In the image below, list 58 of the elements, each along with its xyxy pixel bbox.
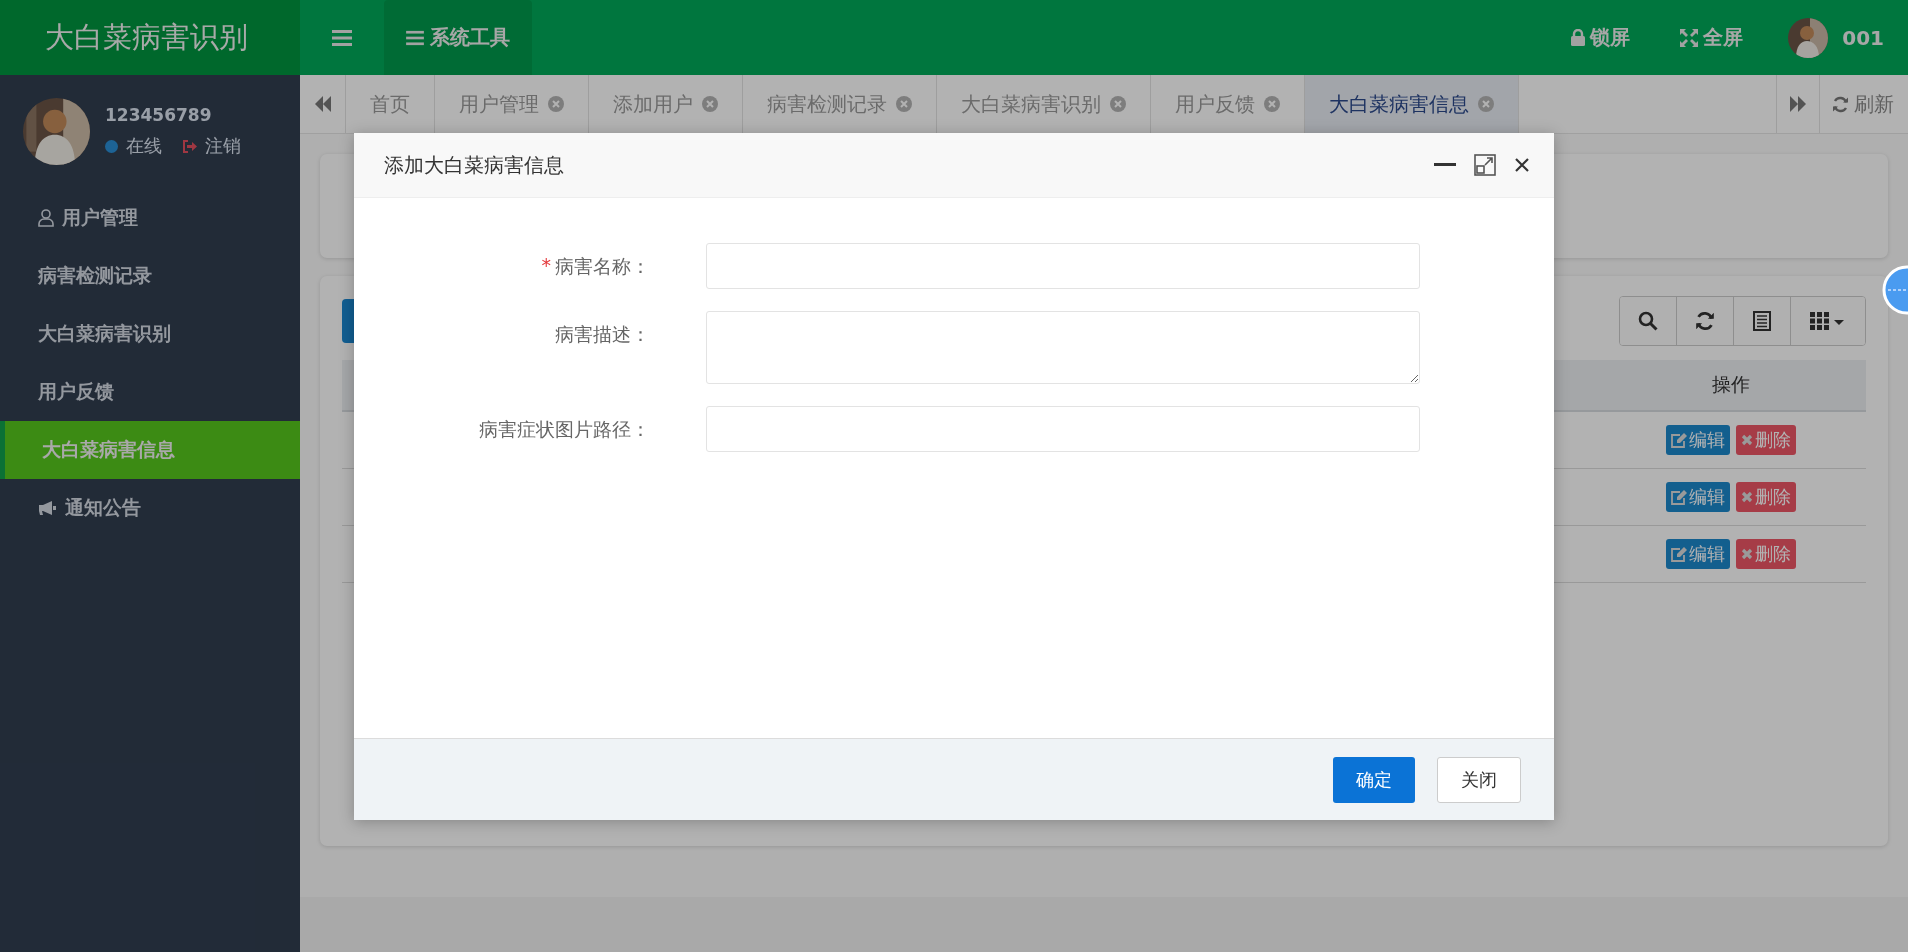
fullscreen-button[interactable]: 全屏 <box>1655 0 1769 75</box>
sidebar-item[interactable]: 通知公告 <box>0 479 300 537</box>
column-header: 操作 <box>1711 372 1751 397</box>
lock-screen-button[interactable]: 锁屏 <box>1546 0 1656 75</box>
edit-button[interactable]: 编辑 <box>1666 539 1730 569</box>
status-dot-icon <box>105 139 118 153</box>
minimize-icon[interactable] <box>1434 163 1456 167</box>
input-field[interactable] <box>706 243 1420 289</box>
close-tab-icon[interactable] <box>1264 96 1280 112</box>
field-label: 病害描述： <box>555 322 650 347</box>
expand-icon <box>1680 28 1699 47</box>
cross-icon <box>1741 548 1753 560</box>
close-icon[interactable] <box>1514 157 1530 173</box>
edit-icon <box>1671 489 1687 505</box>
close-tab-icon[interactable] <box>896 96 912 112</box>
floating-widget-icon[interactable] <box>1882 265 1908 315</box>
cross-icon <box>1741 434 1753 446</box>
sidebar-item[interactable]: 用户管理 <box>0 189 300 247</box>
delete-button[interactable]: 删除 <box>1736 482 1796 512</box>
input-field[interactable] <box>706 406 1420 452</box>
refresh-icon <box>1832 95 1849 113</box>
delete-button[interactable]: 删除 <box>1736 539 1796 569</box>
sidebar-item[interactable]: 病害检测记录 <box>0 247 300 305</box>
user-icon <box>38 209 54 227</box>
close-button[interactable]: 关闭 <box>1437 756 1521 803</box>
logout-icon <box>182 139 197 153</box>
search-icon[interactable] <box>1620 297 1677 345</box>
close-tab-icon[interactable] <box>702 96 718 112</box>
edit-button[interactable]: 编辑 <box>1666 482 1730 512</box>
refresh-tab-button[interactable]: 刷新 <box>1820 75 1908 133</box>
sidebar-item[interactable]: 大白菜病害信息 <box>0 421 300 479</box>
delete-button[interactable]: 删除 <box>1736 425 1796 455</box>
username[interactable]: 001 <box>1842 25 1884 50</box>
field-label: 病害症状图片路径： <box>479 417 650 442</box>
edit-button[interactable]: 编辑 <box>1666 425 1730 455</box>
required-mark: * <box>541 254 551 278</box>
close-tab-icon[interactable] <box>1110 96 1126 112</box>
megaphone-icon <box>38 500 57 516</box>
tool-menu-button[interactable]: 系统工具 <box>384 0 532 75</box>
menu-icon <box>406 29 424 46</box>
close-tab-icon[interactable] <box>1478 96 1494 112</box>
user-name: 123456789 <box>105 105 213 125</box>
brand-title: 大白菜病害识别 <box>45 18 248 56</box>
cross-icon <box>1741 491 1753 503</box>
status-text: 在线 <box>126 134 162 158</box>
logout-link[interactable]: 注销 <box>205 134 241 158</box>
close-tab-icon[interactable] <box>548 96 564 112</box>
edit-icon <box>1671 546 1687 562</box>
scroll-right-icon[interactable] <box>1776 75 1820 133</box>
confirm-button[interactable]: 确定 <box>1333 756 1415 803</box>
dialog-title: 添加大白菜病害信息 <box>384 151 564 179</box>
field-label: 病害名称： <box>555 254 650 279</box>
sidebar-item[interactable]: 用户反馈 <box>0 363 300 421</box>
maximize-icon[interactable] <box>1474 154 1496 176</box>
edit-icon <box>1671 432 1687 448</box>
page-tab[interactable]: 大白菜病害信息 <box>1305 75 1519 133</box>
lock-icon <box>1571 29 1586 46</box>
sidebar-item[interactable]: 大白菜病害识别 <box>0 305 300 363</box>
